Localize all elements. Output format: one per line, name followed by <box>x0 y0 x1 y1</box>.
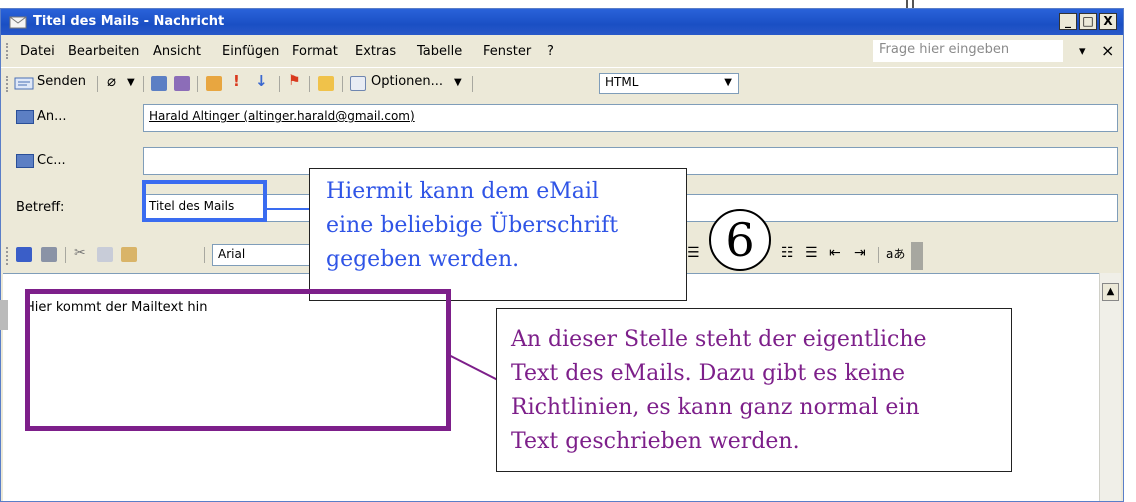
toolbar-options-icon[interactable] <box>911 242 923 270</box>
chevron-down-icon: ▼ <box>724 77 732 88</box>
cc-button[interactable]: Cc... <box>37 153 66 168</box>
save-icon[interactable] <box>16 247 32 262</box>
body-highlight-frame <box>25 289 451 431</box>
importance-high-icon[interactable]: ! <box>233 72 240 90</box>
bullet-list-icon[interactable]: ☰ <box>805 245 818 261</box>
menu-format[interactable]: Format <box>292 44 338 59</box>
to-button[interactable]: An... <box>37 109 67 124</box>
body-callout-line: An dieser Stelle steht der eigentliche <box>511 327 927 352</box>
background-window-edge <box>906 0 914 8</box>
body-callout-line: Text geschrieben werden. <box>511 429 800 454</box>
body-callout-line: Text des eMails. Dazu gibt es keine <box>511 361 906 386</box>
toolbar-separator <box>65 247 66 263</box>
maximize-button[interactable]: □ <box>1079 13 1097 30</box>
subject-annotation-callout: Hiermit kann dem eMail eine beliebige Üb… <box>309 168 687 301</box>
toolbar-separator <box>97 76 98 92</box>
address-book-icon <box>16 154 34 168</box>
toolbar-separator <box>279 76 280 92</box>
print-icon[interactable] <box>41 247 57 262</box>
menu-ansicht[interactable]: Ansicht <box>153 44 201 59</box>
window-title: Titel des Mails - Nachricht <box>33 14 225 29</box>
toolbar-separator <box>472 76 473 92</box>
folder-icon[interactable] <box>318 76 334 91</box>
cut-icon[interactable]: ✂ <box>74 245 86 261</box>
to-recipient[interactable]: Harald Altinger (altinger.harald@gmail.c… <box>149 109 415 123</box>
signature-icon[interactable] <box>206 76 222 91</box>
toolbar-separator <box>143 76 144 92</box>
align-right-icon[interactable]: ☰ <box>687 245 700 261</box>
menu-datei[interactable]: Datei <box>20 44 55 59</box>
close-button[interactable]: X <box>1099 13 1117 30</box>
scroll-up-icon[interactable]: ▲ <box>1102 283 1119 301</box>
attach-dropdown-icon[interactable]: ▼ <box>127 77 135 88</box>
menu-einfuegen[interactable]: Einfügen <box>222 44 279 59</box>
options-dropdown-icon[interactable]: ▼ <box>454 77 462 88</box>
subject-connector-line <box>267 208 310 210</box>
send-icon <box>14 77 34 90</box>
toolbar-grip[interactable] <box>6 247 9 265</box>
copy-icon[interactable] <box>97 247 113 262</box>
body-annotation-callout: An dieser Stelle steht der eigentliche T… <box>496 308 1012 472</box>
toolbar-grip[interactable] <box>6 76 9 92</box>
toolbar-separator <box>878 247 879 263</box>
flag-icon[interactable]: ⚑ <box>288 73 301 89</box>
help-dropdown-icon[interactable]: ▾ <box>1079 44 1086 59</box>
menu-grip[interactable] <box>6 43 9 59</box>
send-button[interactable]: Senden <box>37 74 86 89</box>
menu-extras[interactable]: Extras <box>355 44 396 59</box>
standard-toolbar: Senden ⌀ ▼ ! ↓ ⚑ Optionen... ▼ HTML ▼ <box>1 67 1123 97</box>
attach-icon[interactable]: ⌀ <box>107 72 116 90</box>
character-scaling-icon[interactable]: aあ <box>886 245 905 262</box>
paste-icon[interactable] <box>121 247 137 262</box>
address-book-icon <box>16 110 34 124</box>
message-format-select[interactable]: HTML ▼ <box>599 73 739 94</box>
toolbar-separator <box>342 76 343 92</box>
vertical-scrollbar[interactable]: ▲ <box>1099 273 1121 501</box>
options-button[interactable]: Optionen... <box>371 74 443 89</box>
options-icon <box>350 76 366 91</box>
decrease-indent-icon[interactable]: ⇤ <box>829 245 841 261</box>
to-field[interactable]: Harald Altinger (altinger.harald@gmail.c… <box>143 104 1118 132</box>
envelope-icon <box>9 16 27 29</box>
subject-callout-line: Hiermit kann dem eMail <box>326 179 599 204</box>
subject-label: Betreff: <box>16 200 65 215</box>
toolbar-separator <box>197 76 198 92</box>
numbered-list-icon[interactable]: ☷ <box>781 245 794 261</box>
menu-bar: Datei Bearbeiten Ansicht Einfügen Format… <box>1 35 1123 67</box>
menu-bearbeiten[interactable]: Bearbeiten <box>68 44 139 59</box>
check-names-icon[interactable] <box>174 76 190 91</box>
toolbar-separator <box>309 76 310 92</box>
increase-indent-icon[interactable]: ⇥ <box>854 245 866 261</box>
subject-callout-line: eine beliebige Überschrift <box>326 213 619 238</box>
subject-highlight-frame <box>142 180 267 222</box>
help-search-input[interactable]: Frage hier eingeben <box>873 40 1063 62</box>
address-book-icon[interactable] <box>151 76 167 91</box>
step-number-badge: 6 <box>709 209 771 271</box>
minimize-button[interactable]: _ <box>1059 13 1077 30</box>
font-select[interactable]: Arial <box>212 244 317 266</box>
background-window-edge <box>0 300 8 330</box>
importance-low-icon[interactable]: ↓ <box>255 72 268 90</box>
close-document-icon[interactable]: × <box>1101 41 1114 60</box>
menu-tabelle[interactable]: Tabelle <box>417 44 462 59</box>
subject-callout-line: gegeben werden. <box>326 247 520 272</box>
message-format-value: HTML <box>605 75 639 89</box>
menu-help[interactable]: ? <box>547 44 554 59</box>
title-bar[interactable]: Titel des Mails - Nachricht _ □ X <box>1 9 1123 35</box>
toolbar-separator <box>204 247 205 263</box>
menu-fenster[interactable]: Fenster <box>483 44 531 59</box>
body-callout-line: Richtlinien, es kann ganz normal ein <box>511 395 920 420</box>
